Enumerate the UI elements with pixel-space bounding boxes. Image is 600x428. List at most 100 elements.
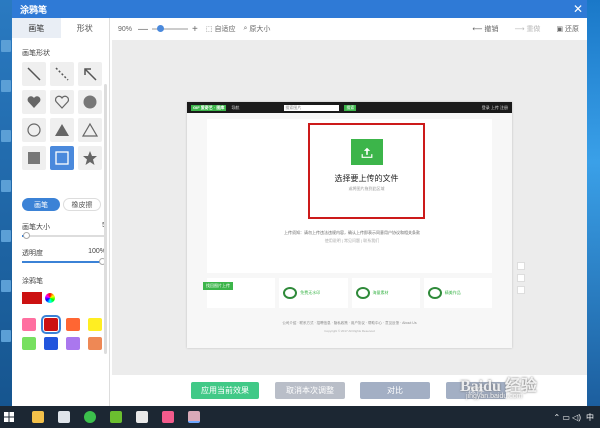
drawing-canvas[interactable]: GIF 爱奇艺 · 图库 导航 搜索图片 搜索 登录 上传 注册 选择要上传的文… [112,40,587,375]
eraser-mode-button[interactable]: 橡皮擦 [63,198,101,211]
wechat-icon[interactable] [84,411,96,423]
desktop-left-edge [0,0,12,406]
circle-filled-shape-button[interactable] [78,90,102,114]
webpage-footer-links: 公司介绍 · 联系方式 · 招聘信息 · 隐私政策 · 用户协议 · 帮助中心 … [282,321,417,325]
zoom-in-button[interactable]: + [192,24,198,35]
mail-icon[interactable] [58,411,70,423]
upload-subtitle: 或将图片拖到此区域 [348,186,385,191]
undo-button[interactable]: ⟵ 撤销 [472,24,498,34]
history-controls: ⟵ 撤销 ⟶ 重做 ▣ 还原 [472,24,587,34]
brush-mode-button[interactable]: 画笔 [22,198,60,211]
desktop-shortcut-icon[interactable] [1,80,11,92]
windows-start-icon[interactable] [0,406,18,428]
color-swatch-red[interactable] [41,315,61,334]
color-swatch-peach[interactable] [88,337,102,350]
file-explorer-icon[interactable] [32,411,44,423]
triangle-outline-shape-button[interactable] [78,118,102,142]
zoom-level: 90% [118,25,133,33]
circle-filled-icon [83,95,97,109]
line-shape-button[interactable] [22,62,46,86]
heart-outline-icon [54,95,70,109]
circle-outline-shape-button[interactable] [22,118,46,142]
desktop-shortcut-icon[interactable] [1,230,11,242]
tray-icons[interactable]: ⌃ ▭ ◁) [553,413,581,422]
color-swatch-blue[interactable] [44,337,58,350]
square-filled-shape-button[interactable] [22,146,46,170]
brush-size-label: 画笔大小 [22,224,50,231]
brush-shape-label: 画笔形状 [22,50,50,57]
feature-card: 找回图片上传 [203,278,276,308]
restore-button[interactable]: ▣ 还原 [556,24,579,34]
heart-filled-icon [27,96,41,108]
square-outline-shape-button[interactable] [50,146,74,170]
zoom-out-button[interactable]: — [138,24,148,35]
apply-button[interactable]: 应用当前效果 [191,382,259,399]
desktop-right-edge [587,0,600,406]
webpage-nav-right: 登录 上传 注册 [482,105,508,111]
system-tray: ⌃ ▭ ◁) 中 [553,412,600,423]
original-size-button[interactable]: ⌕ 原大小 [243,24,270,34]
line-icon [27,67,41,81]
cancel-button[interactable]: 取消本次调整 [275,382,345,399]
app-icon[interactable] [162,411,174,423]
doodle-pen-window: 涂鸦笔 ✕ 画笔 形状 画笔形状 画笔 橡皮擦 画笔大小 透明度 100% 涂鸦… [12,0,587,406]
feature-card: 免费无水印 [279,278,348,308]
panel-scrollbar[interactable] [104,84,107,354]
color-swatch-pink[interactable] [22,318,36,331]
active-app-icon[interactable] [188,411,200,423]
canvas-image: GIF 爱奇艺 · 图库 导航 搜索图片 搜索 登录 上传 注册 选择要上传的文… [187,102,525,348]
circle-outline-icon [27,123,41,137]
webpage-logo: GIF 爱奇艺 · 图库 [191,104,227,111]
opacity-slider[interactable] [22,258,106,265]
feature-row: 找回图片上传 免费无水印 海量素材 精美作品 [203,278,492,308]
zoom-toolbar: 90% — + ⬚ 自适应 ⌕ 原大小 ⟵ 撤销 ⟶ 重做 ▣ 还原 [112,18,587,40]
compare-button[interactable]: 对比 [360,382,430,399]
star-filled-shape-button[interactable] [78,146,102,170]
desktop-shortcut-icon[interactable] [1,130,11,142]
tool-panel: 画笔 形状 画笔形状 画笔 橡皮擦 画笔大小 5 [12,18,110,406]
webpage-register: 注册 [500,104,508,110]
webpage-upload: 上传 [490,104,499,110]
dashed-line-icon [55,67,69,81]
webpage-nav: GIF 爱奇艺 · 图库 导航 搜索图片 搜索 登录 上传 注册 [187,102,512,113]
tab-brush[interactable]: 画笔 [12,18,61,38]
close-icon[interactable]: ✕ [569,0,587,18]
mode-toggle: 画笔 橡皮擦 [22,198,101,211]
undo-icon: ⟵ [472,26,485,33]
desktop-shortcut-icon[interactable] [1,180,11,192]
slider-handle[interactable] [23,232,30,239]
fit-label: 自适应 [214,26,236,33]
heart-outline-shape-button[interactable] [50,90,74,114]
slider-handle[interactable] [157,25,165,32]
brush-size-slider[interactable] [22,232,106,239]
dashed-line-shape-button[interactable] [50,62,74,86]
arrow-icon [84,68,97,81]
app-icon[interactable] [136,411,148,423]
fit-button[interactable]: ⬚ 自适应 [206,24,236,34]
app-icon[interactable] [110,411,122,423]
feature-card: 海量素材 [351,278,420,308]
desktop-shortcut-icon[interactable] [1,280,11,292]
redo-icon: ⟶ [514,26,527,33]
diamond-icon [355,287,370,299]
current-color-swatch [22,292,42,304]
heart-filled-shape-button[interactable] [22,90,46,114]
color-swatch-green[interactable] [22,337,36,350]
color-wheel-icon[interactable] [45,293,55,303]
desktop-shortcut-icon[interactable] [1,330,11,342]
triangle-filled-shape-button[interactable] [50,118,74,142]
desktop-shortcut-icon[interactable] [1,40,11,52]
star-filled-icon [83,151,97,165]
webpage-search: 搜索图片 [284,104,340,111]
color-swatch-purple[interactable] [66,337,80,350]
ime-indicator[interactable]: 中 [586,412,594,423]
highlight-rectangle: 选择要上传的文件 或将图片拖到此区域 [308,123,425,219]
tab-shape[interactable]: 形状 [61,18,110,38]
redo-button[interactable]: ⟶ 重做 [514,24,540,34]
arrow-shape-button[interactable] [78,62,102,86]
side-tool-icon [517,262,525,270]
webpage-nav-item: 导航 [231,104,240,110]
color-swatch-orange[interactable] [66,318,80,331]
zoom-slider[interactable] [152,25,189,32]
color-swatch-yellow[interactable] [88,318,102,331]
